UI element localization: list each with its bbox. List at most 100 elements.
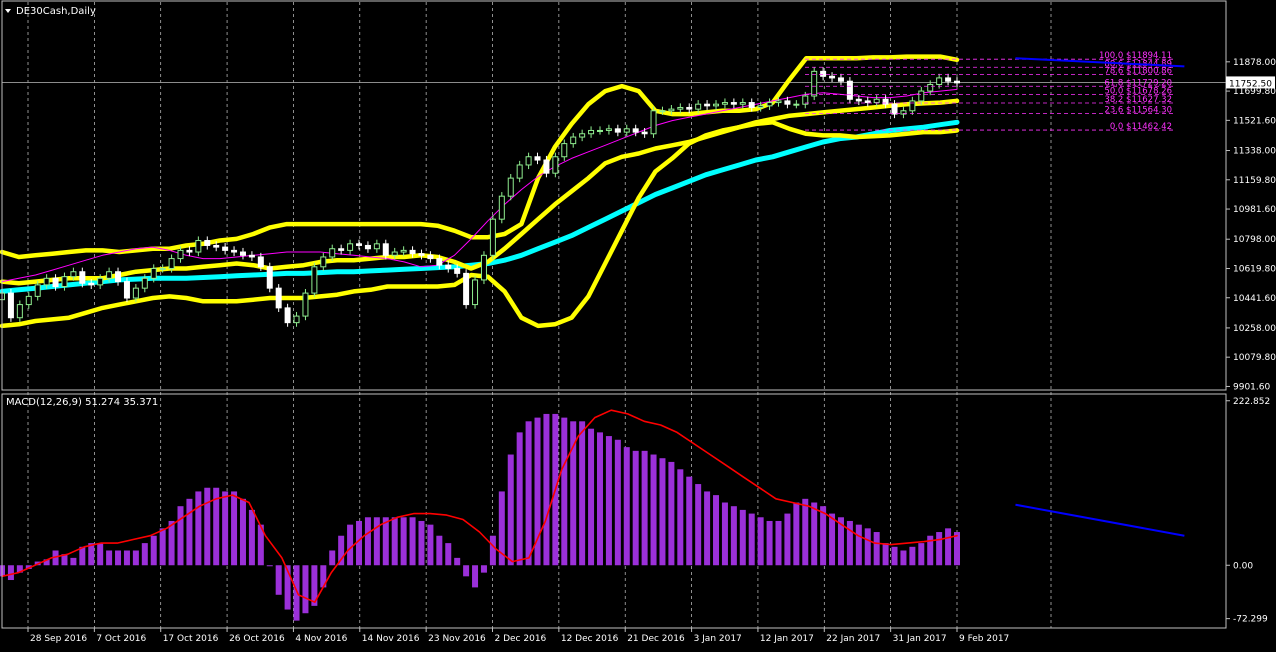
candle-body [650, 110, 657, 135]
candle-body [97, 277, 104, 286]
macd-histogram-bar [811, 502, 818, 566]
macd-histogram-bar [659, 458, 666, 566]
candle-body [489, 218, 496, 256]
candle-body [79, 271, 86, 284]
candle-body [418, 253, 425, 256]
candle-body [552, 156, 559, 174]
candle-body [641, 131, 648, 135]
candle-body [275, 287, 282, 309]
y-tick-label: -72.299 [1233, 615, 1268, 625]
candle-body [704, 103, 711, 107]
macd-histogram-bar [909, 546, 916, 566]
candle-body [43, 277, 50, 286]
macd-histogram-bar [373, 517, 380, 566]
macd-histogram-bar [721, 502, 728, 566]
current-price-label: 11752.50 [1229, 79, 1272, 89]
fib-level-label: 38.2 $11627.32 [1104, 95, 1172, 105]
candle-body [543, 159, 550, 174]
macd-histogram-bar [427, 524, 434, 566]
x-tick-label: 12 Dec 2016 [561, 634, 619, 644]
candle-body [25, 295, 32, 306]
macd-histogram-bar [347, 524, 354, 566]
candle-body [570, 136, 577, 145]
macd-histogram-bar [364, 517, 371, 566]
candle-body [61, 276, 68, 288]
candle-body [784, 100, 791, 105]
macd-histogram-bar [730, 506, 737, 566]
candle-body [695, 103, 702, 110]
candle-body [775, 100, 782, 104]
symbol-dropdown[interactable]: DE30Cash,Daily [5, 6, 96, 17]
macd-histogram-bar [275, 565, 282, 595]
macd-histogram-bar [668, 461, 675, 566]
candle-body [498, 195, 505, 220]
macd-histogram-bar [900, 550, 907, 566]
x-tick-label: 4 Nov 2016 [295, 634, 347, 644]
y-tick-label: 11878.00 [1233, 58, 1276, 68]
macd-histogram-bar [489, 535, 496, 566]
candle-body [882, 98, 889, 105]
macd-histogram-bar [704, 491, 711, 566]
macd-histogram-bar [820, 506, 827, 566]
macd-histogram-bar [918, 543, 925, 566]
macd-histogram-bar [882, 543, 889, 566]
macd-histogram-bar [132, 550, 139, 566]
y-tick-label: 10258.00 [1233, 324, 1276, 334]
y-tick-label: 10798.00 [1233, 235, 1276, 245]
candle-body [106, 271, 113, 279]
candle-body [400, 249, 407, 253]
candle-body [561, 143, 568, 158]
y-tick-label: 11338.00 [1233, 147, 1276, 157]
macd-histogram-bar [945, 528, 952, 566]
macd-histogram-bar [400, 517, 407, 566]
y-tick-label: 11521.60 [1233, 116, 1276, 126]
candle-body [766, 102, 773, 107]
candle-body [463, 272, 470, 306]
macd-title: MACD(12,26,9) 51.274 35.371 [6, 397, 158, 408]
macd-histogram-bar [418, 520, 425, 566]
candle-body [115, 271, 122, 283]
chart-window[interactable]: 100.0 $11894.1188.6 $11844.8978.6 $11800… [0, 0, 1276, 648]
macd-histogram-bar [713, 495, 720, 566]
candle-body [954, 80, 960, 84]
candle-body [391, 251, 398, 256]
y-tick-label: 222.852 [1233, 397, 1270, 407]
candle-body [409, 249, 416, 255]
candle-body [150, 267, 157, 279]
macd-histogram-bar [97, 543, 104, 566]
macd-histogram-bar [793, 502, 800, 566]
macd-histogram-bar [480, 565, 487, 573]
macd-histogram-bar [436, 535, 443, 566]
macd-histogram-bar [159, 528, 166, 566]
macd-histogram-bar [391, 517, 398, 566]
macd-histogram-bar [382, 517, 389, 566]
candle-body [757, 105, 764, 108]
x-tick-label: 12 Jan 2017 [760, 634, 814, 644]
y-tick-label: 0.00 [1233, 561, 1253, 571]
macd-histogram-bar [864, 528, 871, 566]
candle-body [320, 256, 327, 268]
chart-title: DE30Cash,Daily [16, 6, 96, 17]
macd-histogram-bar [123, 550, 130, 566]
candle-body [793, 103, 800, 106]
macd-histogram-bar [775, 520, 782, 566]
y-tick-label: 10619.80 [1233, 264, 1276, 274]
candle-body [311, 266, 318, 294]
candle-body [293, 315, 300, 324]
candle-body [34, 284, 41, 297]
candle-body [677, 106, 684, 110]
candle-body [16, 304, 23, 319]
macd-histogram-bar [141, 543, 148, 566]
y-tick-label: 10441.60 [1233, 294, 1276, 304]
chart-canvas[interactable]: 100.0 $11894.1188.6 $11844.8978.6 $11800… [0, 0, 1276, 648]
candle-body [239, 251, 246, 256]
macd-histogram-bar [177, 506, 184, 566]
candle-body [141, 277, 148, 289]
y-tick-label: 11159.80 [1233, 176, 1276, 186]
candle-body [588, 129, 595, 135]
macd-histogram-bar [936, 532, 943, 566]
macd-histogram-bar [7, 565, 14, 581]
candle-body [231, 249, 238, 253]
macd-histogram-bar [293, 565, 300, 621]
candle-body [382, 243, 389, 256]
